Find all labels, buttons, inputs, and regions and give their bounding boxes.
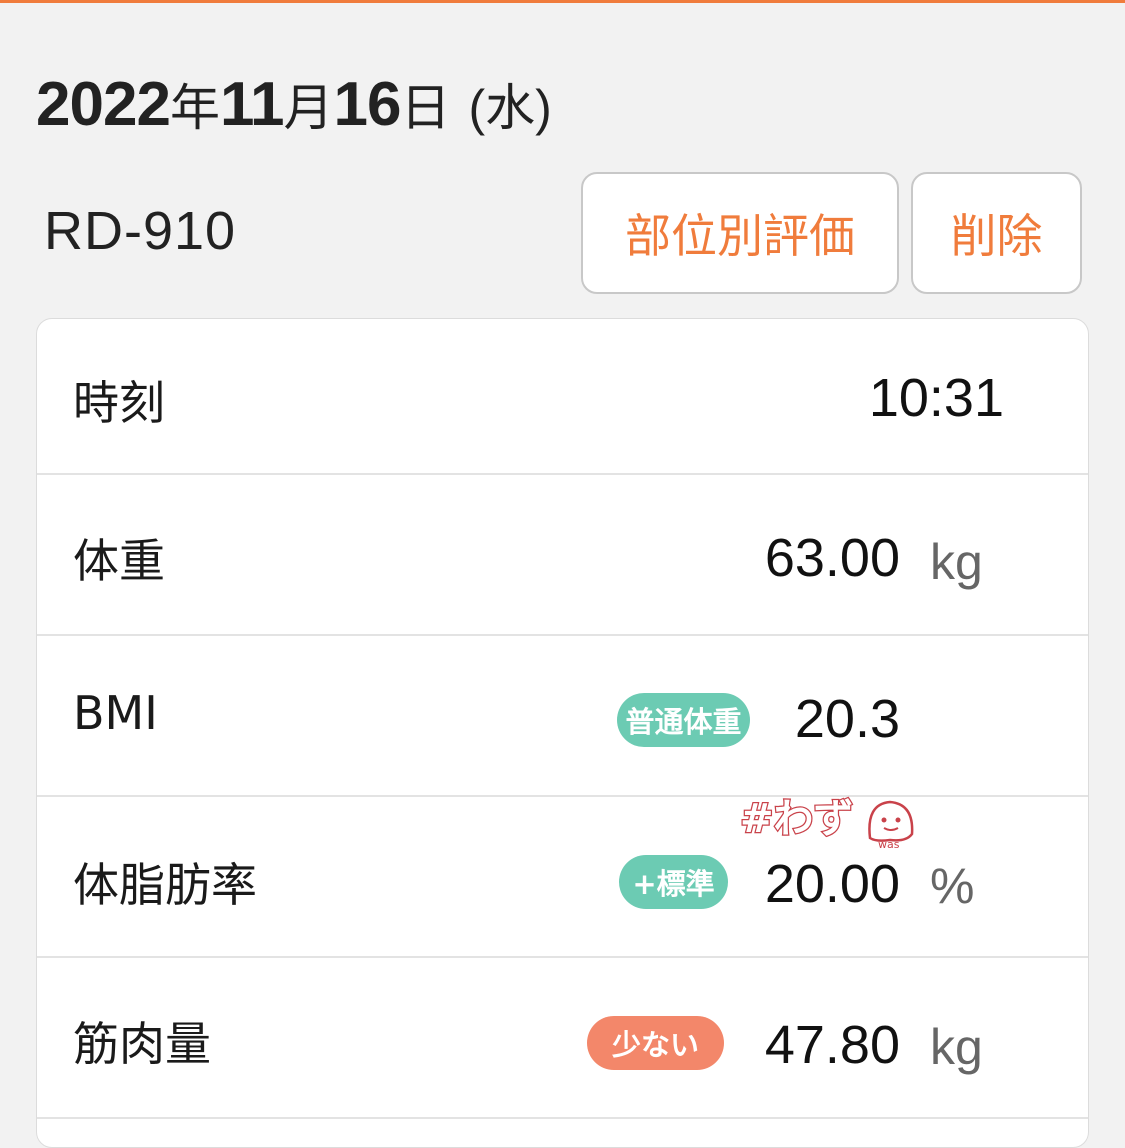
row-value-body-fat: 20.00 [764, 854, 900, 914]
date-month: 11 [219, 70, 285, 139]
date-day: 16 [333, 70, 401, 139]
watermark-sticker: #わず was [739, 795, 914, 850]
row-label-muscle: 筋肉量 [73, 1017, 211, 1071]
row-unit-weight: kg [930, 534, 983, 590]
row-value-weight: 63.00 [764, 528, 900, 588]
measurement-card: 時刻 10:31 体重 63.00 kg BMI 普通体重 20.3 体脂肪率 … [36, 318, 1089, 1148]
date-month-unit: 月 [283, 79, 334, 137]
body-part-evaluation-button[interactable]: 部位別評価 [581, 172, 899, 294]
row-bmi: BMI 普通体重 20.3 [37, 636, 1088, 797]
date-weekday: (水) [468, 80, 552, 136]
muscle-status-badge: 少ない [587, 1016, 724, 1070]
delete-button[interactable]: 削除 [911, 172, 1082, 294]
row-next-partial [37, 1119, 1088, 1147]
row-value-time: 10:31 [868, 368, 1004, 428]
page-title-date: 2022 年 11 月 16 日 (水) [36, 68, 552, 148]
row-unit-muscle: kg [930, 1019, 983, 1075]
top-accent-rule [0, 0, 1125, 3]
row-muscle: 筋肉量 少ない 47.80 kg [37, 958, 1088, 1119]
row-body-fat: 体脂肪率 +標準 20.00 % [37, 797, 1088, 958]
row-value-muscle: 47.80 [764, 1015, 900, 1075]
row-unit-body-fat: % [930, 858, 975, 914]
row-label-bmi: BMI [73, 686, 158, 740]
date-year-unit: 年 [169, 79, 220, 137]
body-fat-status-badge: +標準 [619, 855, 728, 909]
row-label-time: 時刻 [73, 376, 165, 430]
row-label-body-fat: 体脂肪率 [73, 858, 257, 912]
bmi-status-badge: 普通体重 [617, 693, 750, 747]
ghost-icon [868, 800, 914, 842]
date-year: 2022 [36, 70, 171, 139]
watermark-text: #わず [740, 796, 854, 842]
row-weight: 体重 63.00 kg [37, 475, 1088, 636]
row-value-bmi: 20.3 [794, 689, 900, 749]
row-time: 時刻 10:31 [37, 319, 1088, 475]
date-day-unit: 日 [400, 79, 451, 137]
row-label-weight: 体重 [73, 534, 165, 588]
device-name: RD-910 [44, 201, 237, 261]
watermark-subtext: was [878, 838, 900, 850]
